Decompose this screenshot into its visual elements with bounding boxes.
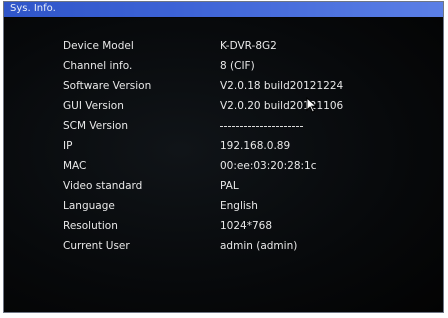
video-standard-label: Video standard: [63, 180, 143, 192]
software-version-label: Software Version: [63, 80, 152, 92]
window-title: Sys. Info.: [10, 3, 56, 14]
current-user-label: Current User: [63, 240, 130, 252]
resolution-value: 1024*768: [220, 220, 273, 232]
scm-version-empty-line: [220, 126, 304, 127]
language-label: Language: [63, 200, 115, 212]
info-row-scm-version: SCM Version: [5, 117, 442, 135]
info-row-language: Language English: [5, 197, 442, 215]
info-row-video-standard: Video standard PAL: [5, 177, 442, 195]
mac-value: 00:ee:03:20:28:1c: [220, 160, 317, 172]
info-row-channel-info: Channel info. 8 (CIF): [5, 57, 442, 75]
info-row-mac: MAC 00:ee:03:20:28:1c: [5, 157, 442, 175]
sys-info-window: Sys. Info. Device Model K-DVR-8G2 Channe…: [3, 1, 444, 313]
channel-info-label: Channel info.: [63, 60, 133, 72]
language-value: English: [220, 200, 258, 212]
ip-label: IP: [63, 140, 73, 152]
software-version-value: V2.0.18 build20121224: [220, 80, 344, 92]
gui-version-label: GUI Version: [63, 100, 124, 112]
device-model-value: K-DVR-8G2: [220, 40, 277, 52]
info-row-device-model: Device Model K-DVR-8G2: [5, 37, 442, 55]
mac-label: MAC: [63, 160, 87, 172]
video-standard-value: PAL: [220, 180, 239, 192]
info-row-ip: IP 192.168.0.89: [5, 137, 442, 155]
title-bar[interactable]: Sys. Info.: [4, 2, 443, 17]
channel-info-value: 8 (CIF): [220, 60, 255, 72]
current-user-value: admin (admin): [220, 240, 298, 252]
ip-value: 192.168.0.89: [220, 140, 291, 152]
info-row-gui-version: GUI Version V2.0.20 build20121106: [5, 97, 442, 115]
resolution-label: Resolution: [63, 220, 118, 232]
mouse-pointer-icon: [306, 97, 318, 113]
info-row-software-version: Software Version V2.0.18 build20121224: [5, 77, 442, 95]
info-row-current-user: Current User admin (admin): [5, 237, 442, 255]
scm-version-label: SCM Version: [63, 120, 129, 132]
info-panel: Device Model K-DVR-8G2 Channel info. 8 (…: [5, 18, 442, 311]
info-row-resolution: Resolution 1024*768: [5, 217, 442, 235]
gui-version-value: V2.0.20 build20121106: [220, 100, 344, 112]
device-model-label: Device Model: [63, 40, 134, 52]
